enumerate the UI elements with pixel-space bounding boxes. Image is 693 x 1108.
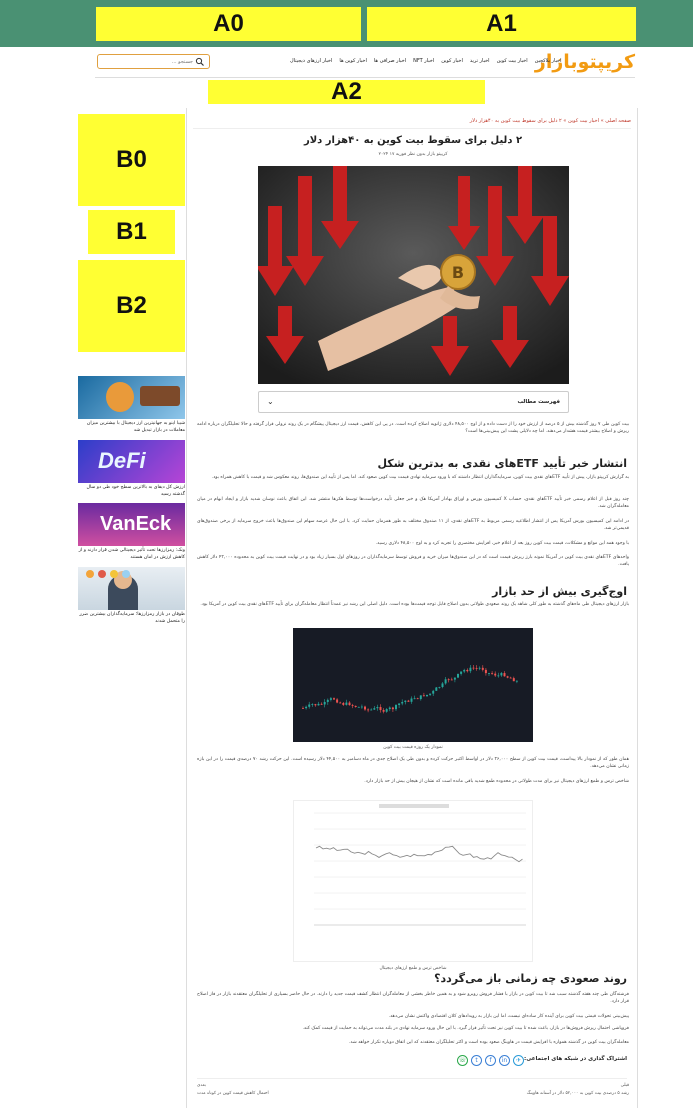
post-thumbnail: VanEck bbox=[78, 503, 185, 546]
whatsapp-icon[interactable]: ☏ bbox=[457, 1055, 468, 1066]
paragraph: شاخص ترس و طمع ارزهای دیجیتال نیز برای م… bbox=[364, 779, 629, 784]
nav-item-5[interactable]: اخبار ترید bbox=[470, 58, 490, 64]
paragraph: فروپاشی احتمال ریزش فروش‌ها در بازار، با… bbox=[302, 1026, 629, 1031]
search-input[interactable] bbox=[103, 57, 193, 66]
post-thumbnail bbox=[78, 567, 185, 610]
section-heading: روند صعودی چه زمانی باز می‌گردد؟ bbox=[434, 972, 627, 985]
nav-item-0[interactable]: اخبار ارزهای دیجیتال bbox=[290, 58, 332, 64]
sidebar-post[interactable]: VanEck ونک: رمزارزها تحت تأثیر دیجیتالی … bbox=[78, 503, 185, 561]
nav-item-7[interactable]: اخبار بلاکچین bbox=[535, 58, 562, 64]
paragraph: واحدهای ETFهای نقدی بیت کوین در آمریکا ن… bbox=[197, 555, 630, 568]
post-title: شیبا اینو به جهانیترین ارز دیجیتال با بی… bbox=[86, 421, 185, 433]
ad-slot-b0[interactable]: B0 bbox=[78, 114, 185, 206]
nav-item-4[interactable]: اخبار کوین bbox=[441, 58, 463, 64]
ad-slot-a2[interactable]: A2 bbox=[208, 78, 485, 105]
sidebar-post[interactable]: DeFi ارزش کل دیفای به بالاترین سطح خود ط… bbox=[78, 440, 185, 498]
section-heading: اوج‌گیری بیش از حد بازار bbox=[492, 585, 627, 598]
page-title: ۲ دلیل برای سقوط بیت کوین به ۴۰هزار دلار bbox=[303, 135, 523, 146]
paragraph: با وجود همه این موانع و مشکلات، قیمت بیت… bbox=[375, 541, 629, 546]
share-label: اشتراک گذاری در شبکه های اجتماعی: bbox=[524, 1056, 627, 1062]
fear-greed-chart-image bbox=[293, 800, 533, 962]
search-box bbox=[97, 54, 210, 69]
paragraph: در ادامه این کمیسیون بورس آمریکا پس از ا… bbox=[197, 519, 629, 532]
site-header: کریپتوبازار اخبار ارزهای دیجیتال اخبار ک… bbox=[95, 48, 635, 78]
nav-item-2[interactable]: اخبار صرافی ها bbox=[374, 58, 406, 64]
chevron-down-icon[interactable]: ⌄ bbox=[267, 397, 274, 406]
ad-slot-a1[interactable]: A1 bbox=[367, 7, 636, 41]
paragraph: به گزارش کریپتو بازار، پیش از تأیید ETFه… bbox=[211, 475, 629, 480]
post-thumbnail: DeFi bbox=[78, 440, 185, 483]
sidebar-post[interactable]: شیبا اینو به جهانیترین ارز دیجیتال با بی… bbox=[78, 376, 185, 434]
paragraph: معامله‌گران بیت کوین در گذشته همواره با … bbox=[348, 1040, 629, 1045]
paragraph: بازار ارزهای دیجیتال طی ماه‌های گذشته به… bbox=[200, 602, 629, 607]
figure-caption: نمودار یک روزه قیمت بیت کوین bbox=[383, 745, 443, 750]
svg-text:B: B bbox=[452, 263, 464, 282]
breadcrumb[interactable]: صفحه اصلی » اخبار بیت کوین » ۲ دلیل برای… bbox=[470, 118, 631, 124]
next-label: بعدی bbox=[197, 1083, 206, 1088]
post-meta: کریپتو بازار بدون نظر فوریه ۱۷ ۲۰۲۴ bbox=[378, 152, 448, 157]
table-of-contents[interactable]: فهرست مطالب ⌄ bbox=[258, 391, 569, 413]
hero-image: B bbox=[258, 166, 569, 384]
price-chart-image bbox=[293, 628, 533, 742]
paragraph: پیش‌بینی تحولات قیمتی بیت کوین برای آیند… bbox=[388, 1014, 629, 1019]
sidebar-post[interactable]: طوفان در بازار رمزارزها؛ سرمایه‌گذاران ب… bbox=[78, 567, 185, 625]
paragraph: فرشته‌گان طی چند هفته گذشته سبب شد تا بی… bbox=[197, 992, 629, 1005]
paragraph: همان طور که از نمودار بالا پیداست، قیمت … bbox=[197, 757, 630, 770]
search-icon[interactable] bbox=[195, 57, 205, 67]
main-nav: اخبار ارزهای دیجیتال اخبار کوین ها اخبار… bbox=[290, 58, 640, 64]
post-title: ارزش کل دیفای به بالاترین سطح خود طی دو … bbox=[86, 485, 185, 497]
ad-slot-b2[interactable]: B2 bbox=[78, 260, 185, 352]
nav-item-1[interactable]: اخبار کوین ها bbox=[339, 58, 366, 64]
nav-item-3[interactable]: اخبار NFT bbox=[413, 58, 434, 64]
paragraph: بیت کوین طی ۷ روز گذشته بیش از ۵ درصد از… bbox=[197, 422, 630, 435]
ad-slot-a0[interactable]: A0 bbox=[96, 7, 361, 41]
figure-caption: شاخص ترس و طمع ارزهای دیجیتال bbox=[379, 966, 447, 971]
post-title: ونک: رمزارزها تحت تأثیر دیجیتالی شدن قرا… bbox=[78, 548, 185, 560]
facebook-icon[interactable]: f bbox=[485, 1055, 496, 1066]
article-container: صفحه اصلی » اخبار بیت کوین » ۲ دلیل برای… bbox=[186, 108, 638, 1108]
linkedin-icon[interactable]: in bbox=[499, 1055, 510, 1066]
nav-item-6[interactable]: اخبار بیت کوین bbox=[497, 58, 528, 64]
paragraph: چند روز قبل از اعلام رسمی خبر تأیید ETFه… bbox=[197, 497, 629, 510]
post-thumbnail bbox=[78, 376, 185, 419]
twitter-icon[interactable]: t bbox=[471, 1055, 482, 1066]
ad-slot-b1[interactable]: B1 bbox=[88, 210, 175, 254]
telegram-icon[interactable]: ✈ bbox=[513, 1055, 524, 1066]
next-post-link[interactable]: احتمال کاهش قیمت کوین در کوتاه مدت bbox=[197, 1091, 629, 1096]
toc-title: فهرست مطالب bbox=[517, 399, 560, 405]
section-heading: انتشار خبر تأیید ETFهای نقدی به بدترین ش… bbox=[377, 457, 627, 470]
post-title: طوفان در بازار رمزارزها؛ سرمایه‌گذاران ب… bbox=[79, 612, 185, 624]
